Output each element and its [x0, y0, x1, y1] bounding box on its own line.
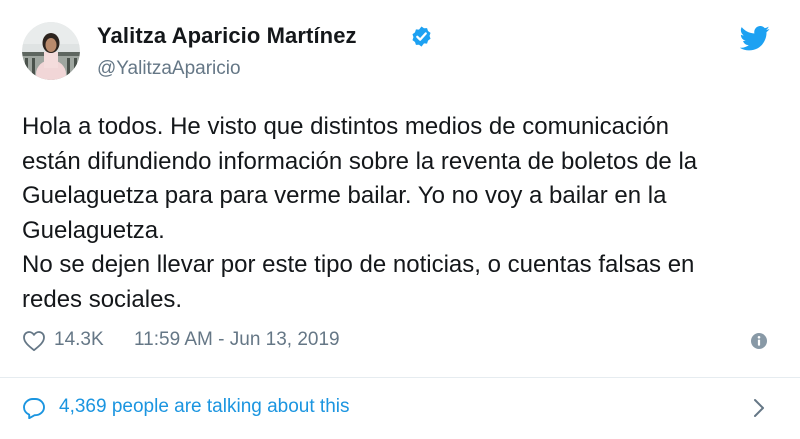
author-display-name[interactable]: Yalitza Aparicio Martínez [97, 23, 357, 49]
conversation-count-label[interactable]: 4,369 people are talking about this [59, 396, 350, 418]
twitter-bird-icon[interactable] [739, 26, 770, 51]
avatar[interactable] [22, 22, 80, 80]
verified-badge-icon [410, 25, 433, 48]
chevron-right-icon[interactable] [752, 398, 766, 418]
heart-outline-icon[interactable] [22, 330, 46, 352]
info-icon[interactable] [750, 332, 768, 350]
divider [0, 377, 800, 378]
tweet-timestamp[interactable]: 11:59 AM - Jun 13, 2019 [134, 329, 340, 351]
speech-bubble-icon [22, 397, 46, 420]
author-handle[interactable]: @YalitzaAparicio [97, 58, 241, 80]
conversation-link[interactable]: 4,369 people are talking about this [22, 392, 778, 424]
tweet-meta: 14.3K 11:59 AM - Jun 13, 2019 [22, 327, 778, 357]
tweet-text: Hola a todos. He visto que distintos med… [22, 113, 698, 313]
like-count[interactable]: 14.3K [54, 329, 104, 351]
tweet-embed: Yalitza Aparicio Martínez @YalitzaAparic… [0, 0, 800, 439]
